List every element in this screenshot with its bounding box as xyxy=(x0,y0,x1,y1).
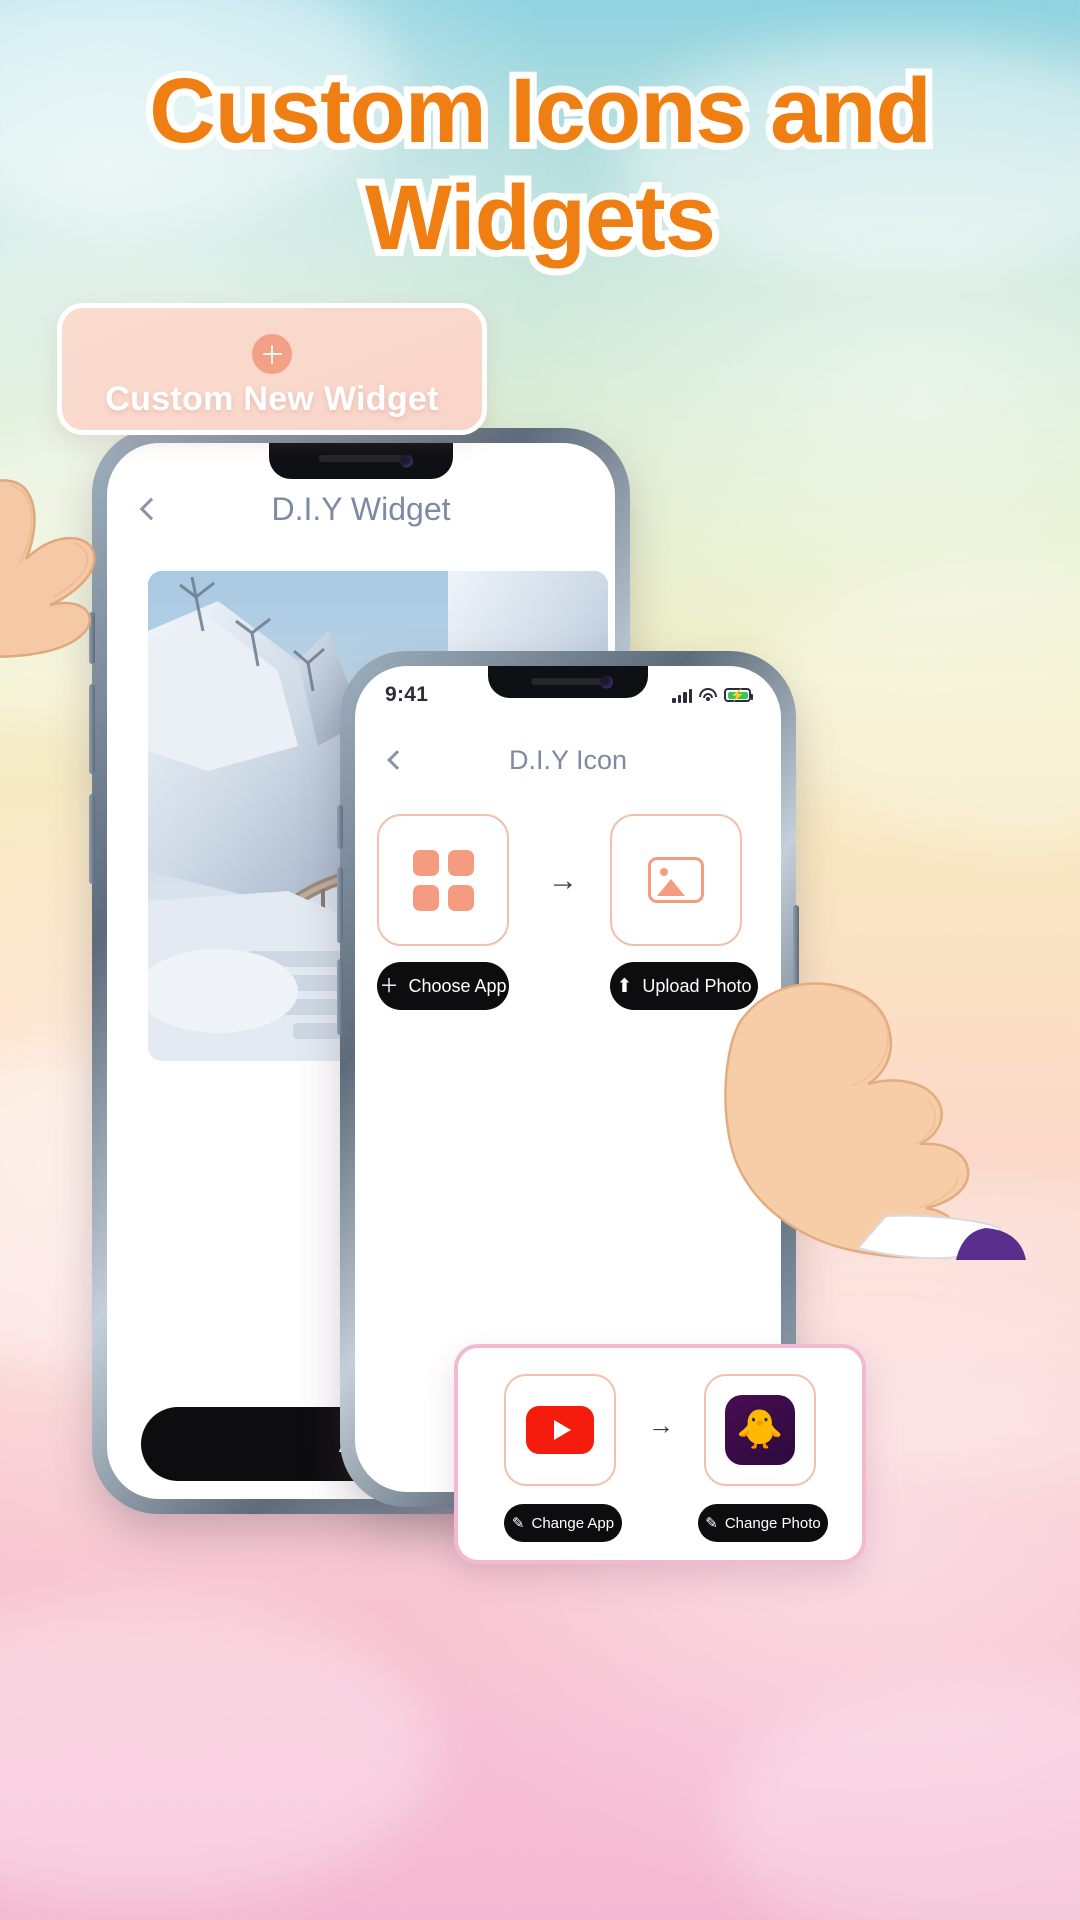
target-photo-slot[interactable] xyxy=(610,814,742,946)
custom-purple-icon: 🐥 xyxy=(725,1395,795,1465)
phone-volume-buttons xyxy=(337,805,343,849)
icon-replacement-card: → 🐥 ✎ Change App ✎ Change Photo xyxy=(454,1344,866,1564)
phone-volume-buttons xyxy=(89,794,95,884)
upload-icon: ⬆ xyxy=(616,975,633,997)
app-grid-icon xyxy=(412,849,474,911)
cloud-blob xyxy=(0,1600,440,1900)
status-bar: 9:41 ⚡ xyxy=(355,680,781,710)
plus-icon: ＋ xyxy=(379,975,399,997)
youtube-icon xyxy=(526,1406,594,1454)
navbar-title: D.I.Y Icon xyxy=(508,744,628,775)
image-placeholder-icon xyxy=(648,857,704,903)
promo-title: Custom Icons and Widgets xyxy=(0,53,1080,276)
status-bar-indicators: ⚡ xyxy=(672,688,753,703)
phone-volume-buttons xyxy=(89,684,95,774)
custom-new-widget-label: Custom New Widget xyxy=(105,380,439,418)
pencil-icon: ✎ xyxy=(511,1515,525,1532)
custom-new-widget-card[interactable]: Custom New Widget xyxy=(57,303,487,435)
status-bar-time: 9:41 xyxy=(385,683,429,706)
custom-icon-glyph: 🐥 xyxy=(736,1409,784,1451)
cellular-bars-icon xyxy=(672,688,692,703)
phone-volume-buttons xyxy=(337,867,343,943)
cloud-blob xyxy=(760,560,1080,840)
earpiece-speaker xyxy=(318,455,404,462)
change-photo-label: Change Photo xyxy=(724,1514,821,1532)
promo-title-line-1: Custom Icons and xyxy=(142,53,938,169)
change-photo-button[interactable]: ✎ Change Photo xyxy=(698,1504,828,1542)
hand-right-illustration xyxy=(724,982,1026,1260)
source-app-slot-youtube[interactable] xyxy=(504,1374,616,1486)
change-app-label: Change App xyxy=(531,1514,615,1532)
target-custom-icon-slot[interactable]: 🐥 xyxy=(704,1374,816,1486)
battery-charging-icon: ⚡ xyxy=(724,688,753,702)
cloud-blob xyxy=(720,1680,1080,1920)
choose-app-label: Choose App xyxy=(408,975,507,996)
arrow-right-icon: → xyxy=(648,1410,674,1440)
pencil-icon: ✎ xyxy=(705,1515,718,1532)
front-camera xyxy=(399,454,413,468)
promo-title-line-2: Widgets xyxy=(358,160,723,276)
navbar-diy-icon: D.I.Y Icon xyxy=(355,734,781,786)
source-app-slot[interactable] xyxy=(377,814,509,946)
phone-volume-buttons xyxy=(337,959,343,1035)
phone-notch xyxy=(269,443,453,479)
choose-app-button[interactable]: ＋ Choose App xyxy=(377,962,509,1010)
change-app-button[interactable]: ✎ Change App xyxy=(504,1504,622,1542)
wifi-icon xyxy=(699,688,717,702)
arrow-right-icon: → xyxy=(548,864,578,897)
plus-icon[interactable] xyxy=(252,334,292,374)
